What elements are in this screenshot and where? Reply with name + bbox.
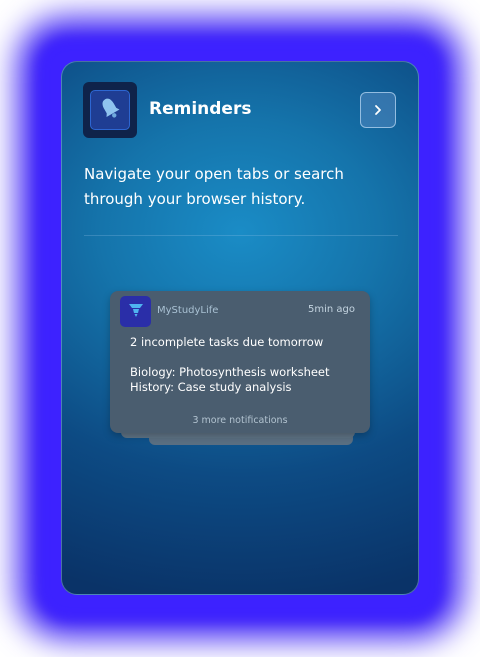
- notification-line: Biology: Photosynthesis worksheet: [130, 365, 330, 379]
- widget-app-icon: [83, 82, 137, 138]
- notification-title: 2 incomplete tasks due tomorrow: [130, 335, 324, 349]
- notification-app-name: MyStudyLife: [157, 305, 219, 316]
- reminders-widget: Reminders Navigate your open tabs or sea…: [61, 61, 419, 595]
- more-notifications-link[interactable]: 3 more notifications: [110, 415, 370, 427]
- notification-time: 5min ago: [308, 304, 355, 315]
- notification-card[interactable]: MyStudyLife 5min ago 2 incomplete tasks …: [110, 291, 370, 433]
- next-button[interactable]: [360, 92, 396, 128]
- graduation-cap-icon: [127, 301, 145, 323]
- divider: [84, 235, 398, 236]
- notification-app-icon: [120, 296, 151, 327]
- widget-description: Navigate your open tabs or search throug…: [84, 165, 344, 208]
- chevron-right-icon: [372, 101, 384, 120]
- bell-icon: [96, 94, 124, 126]
- stage: Reminders Navigate your open tabs or sea…: [0, 0, 480, 657]
- widget-title: Reminders: [149, 99, 252, 119]
- notification-line: History: Case study analysis: [130, 380, 292, 394]
